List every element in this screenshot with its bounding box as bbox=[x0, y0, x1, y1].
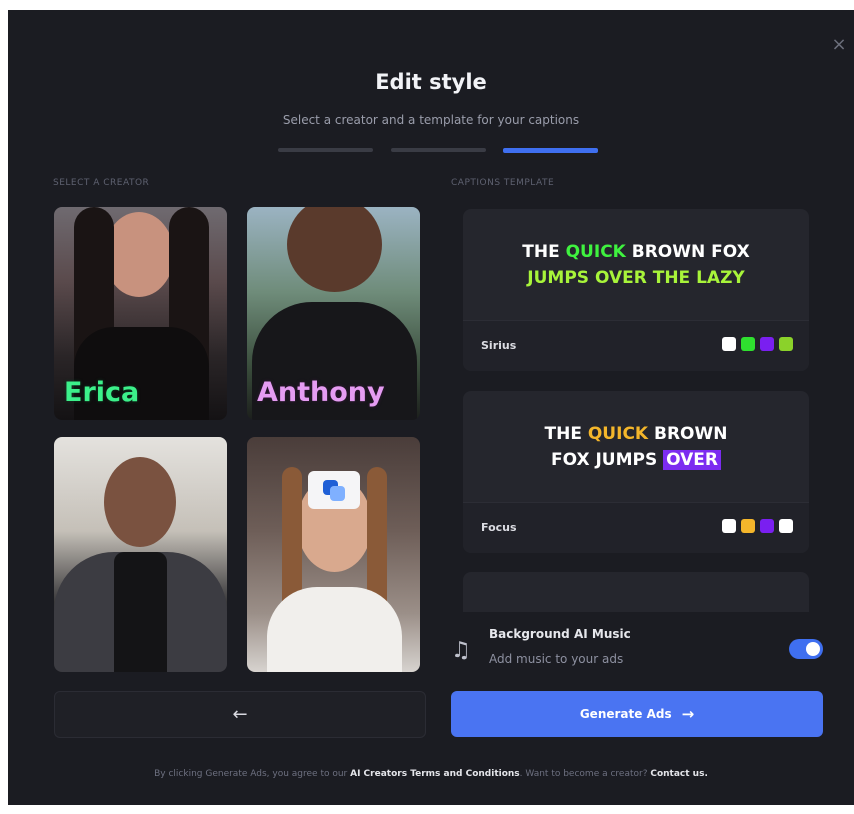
back-button[interactable]: ← bbox=[54, 691, 426, 738]
contact-link[interactable]: Contact us. bbox=[650, 769, 708, 779]
preview-line-1: THE QUICK BROWN FOX bbox=[522, 239, 749, 265]
creator-name: Erica bbox=[64, 377, 140, 408]
footer-text: . Want to become a creator? bbox=[519, 769, 651, 779]
generate-ads-button[interactable]: Generate Ads → bbox=[451, 691, 823, 737]
preview-highlight: QUICK bbox=[565, 242, 626, 262]
preview-line-1: THE QUICK BROWN bbox=[545, 421, 728, 447]
footer-text: By clicking Generate Ads, you agree to o… bbox=[154, 769, 351, 779]
face-shape bbox=[104, 212, 174, 297]
translate-icon bbox=[323, 480, 345, 501]
creator-photo bbox=[54, 437, 227, 672]
preview-word: THE bbox=[544, 424, 588, 444]
color-swatch[interactable] bbox=[760, 337, 774, 351]
step-1 bbox=[278, 148, 373, 152]
music-toggle[interactable] bbox=[789, 639, 823, 659]
step-3-active bbox=[503, 148, 598, 153]
color-swatch[interactable] bbox=[722, 519, 736, 533]
step-progress bbox=[278, 148, 598, 153]
shirt-shape bbox=[267, 587, 402, 672]
preview-word: BROWN bbox=[648, 424, 728, 444]
captions-template-label: CAPTIONS TEMPLATE bbox=[451, 178, 555, 188]
color-swatch[interactable] bbox=[741, 519, 755, 533]
preview-word: THE bbox=[522, 242, 566, 262]
face-shape bbox=[287, 207, 382, 292]
template-name: Sirius bbox=[481, 339, 517, 352]
shirt-shape bbox=[114, 552, 167, 672]
modal-subtitle: Select a creator and a template for your… bbox=[282, 113, 580, 127]
color-swatch[interactable] bbox=[779, 519, 793, 533]
footer-legal: By clicking Generate Ads, you agree to o… bbox=[8, 769, 854, 779]
preview-word: BROWN FOX bbox=[625, 242, 750, 262]
color-swatch[interactable] bbox=[722, 337, 736, 351]
color-swatches bbox=[722, 337, 793, 351]
template-name: Focus bbox=[481, 521, 517, 534]
template-bar: Focus bbox=[463, 502, 809, 553]
music-note-icon: ♫ bbox=[451, 638, 471, 663]
preview-word: FOX JUMPS bbox=[550, 450, 664, 470]
color-swatch[interactable] bbox=[779, 337, 793, 351]
edit-style-modal: × Edit style Select a creator and a temp… bbox=[8, 10, 854, 805]
toggle-knob bbox=[806, 642, 820, 656]
extension-badge[interactable] bbox=[308, 471, 360, 509]
close-icon[interactable]: × bbox=[830, 36, 848, 54]
arrow-right-icon: → bbox=[681, 705, 695, 723]
preview-highlight: OVER bbox=[663, 450, 721, 470]
music-title: Background AI Music bbox=[489, 627, 631, 641]
music-subtitle: Add music to your ads bbox=[489, 652, 624, 666]
terms-link[interactable]: AI Creators Terms and Conditions bbox=[350, 769, 520, 779]
arrow-left-icon: ← bbox=[232, 704, 248, 725]
template-bar: Sirius bbox=[463, 320, 809, 371]
color-swatch[interactable] bbox=[760, 519, 774, 533]
preview-highlight: QUICK bbox=[587, 424, 649, 444]
creator-name: Anthony bbox=[257, 377, 385, 408]
color-swatch[interactable] bbox=[741, 337, 755, 351]
template-preview: THE QUICK BROWN FOX JUMPS OVER bbox=[463, 391, 809, 503]
creator-card-anthony[interactable]: Anthony bbox=[247, 207, 420, 420]
template-card-3[interactable] bbox=[463, 572, 809, 612]
select-creator-label: SELECT A CREATOR bbox=[53, 178, 150, 188]
generate-label: Generate Ads bbox=[579, 707, 672, 721]
template-card-sirius[interactable]: THE QUICK BROWN FOX JUMPS OVER THE LAZY … bbox=[463, 209, 809, 371]
color-swatches bbox=[722, 519, 793, 533]
creator-card-erica[interactable]: Erica bbox=[54, 207, 227, 420]
template-preview: THE QUICK BROWN FOX JUMPS OVER THE LAZY bbox=[463, 209, 809, 321]
preview-line-2: JUMPS OVER THE LAZY bbox=[527, 268, 745, 288]
step-2 bbox=[391, 148, 486, 152]
creator-card-3[interactable] bbox=[54, 437, 227, 672]
preview-line-2: FOX JUMPS OVER bbox=[551, 447, 721, 473]
face-shape bbox=[104, 457, 176, 547]
template-card-focus[interactable]: THE QUICK BROWN FOX JUMPS OVER Focus bbox=[463, 391, 809, 553]
modal-title: Edit style bbox=[375, 70, 487, 94]
